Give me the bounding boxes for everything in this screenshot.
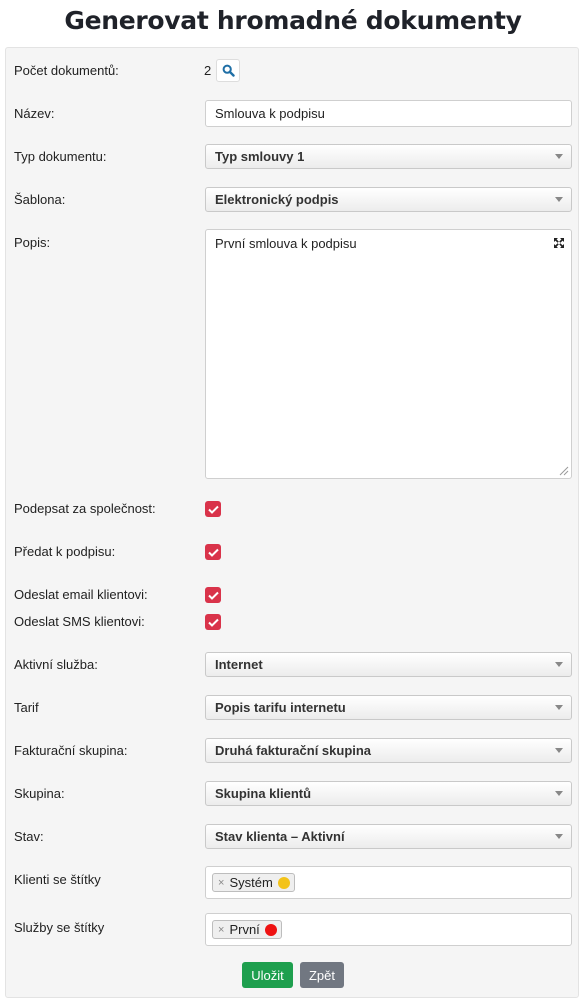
chevron-down-icon xyxy=(555,791,563,796)
search-icon xyxy=(222,64,235,77)
send-email-label: Odeslat email klientovi: xyxy=(14,587,148,602)
check-icon xyxy=(207,618,219,627)
check-icon xyxy=(207,505,219,514)
template-label: Šablona: xyxy=(14,192,66,207)
service-tag-label: První xyxy=(229,922,260,937)
service-label: Aktivní služba: xyxy=(14,657,98,672)
doctype-select-value: Typ smlouvy 1 xyxy=(215,149,305,164)
chevron-down-icon xyxy=(555,748,563,753)
chevron-down-icon xyxy=(555,662,563,667)
doctype-label: Typ dokumentu: xyxy=(14,149,107,164)
check-icon xyxy=(207,548,219,557)
doctype-select[interactable]: Typ smlouvy 1 xyxy=(205,144,572,169)
send-email-checkbox[interactable] xyxy=(205,587,221,603)
chevron-down-icon xyxy=(555,834,563,839)
save-button[interactable]: Uložit xyxy=(242,962,293,988)
count-search-button[interactable] xyxy=(216,59,240,82)
tag-color-dot xyxy=(277,876,290,889)
name-input[interactable]: Smlouva k podpisu xyxy=(205,100,572,127)
chevron-down-icon xyxy=(555,154,563,159)
billing-select[interactable]: Druhá fakturační skupina xyxy=(205,738,572,763)
tariff-select-value: Popis tarifu internetu xyxy=(215,700,346,715)
group-label: Skupina: xyxy=(14,786,65,801)
send-sms-label: Odeslat SMS klientovi: xyxy=(14,614,145,629)
service-tag: × První xyxy=(212,920,282,939)
desc-textarea[interactable]: První smlouva k podpisu xyxy=(205,229,572,479)
state-label: Stav: xyxy=(14,829,44,844)
tariff-select[interactable]: Popis tarifu internetu xyxy=(205,695,572,720)
page-title: Generovat hromadné dokumenty xyxy=(64,6,522,35)
group-select[interactable]: Skupina klientů xyxy=(205,781,572,806)
send-sms-checkbox[interactable] xyxy=(205,614,221,630)
template-select-value: Elektronický podpis xyxy=(215,192,339,207)
chevron-down-icon xyxy=(555,705,563,710)
name-label: Název: xyxy=(14,106,55,121)
service-select-value: Internet xyxy=(215,657,263,672)
state-select-value: Stav klienta – Aktivní xyxy=(215,829,345,844)
sign-company-checkbox[interactable] xyxy=(205,501,221,517)
tag-remove-icon[interactable]: × xyxy=(218,924,224,936)
billing-label: Fakturační skupina: xyxy=(14,743,128,758)
billing-select-value: Druhá fakturační skupina xyxy=(215,743,372,758)
client-tag: × Systém xyxy=(212,873,295,892)
state-select[interactable]: Stav klienta – Aktivní xyxy=(205,824,572,849)
service-tags-label: Služby se štítky xyxy=(14,920,105,935)
group-select-value: Skupina klientů xyxy=(215,786,312,801)
hand-over-label: Předat k podpisu: xyxy=(14,544,116,559)
desc-label: Popis: xyxy=(14,235,51,250)
count-label: Počet dokumentů: xyxy=(14,63,119,78)
client-tags-label: Klienti se štítky xyxy=(14,872,101,887)
service-select[interactable]: Internet xyxy=(205,652,572,677)
client-tag-label: Systém xyxy=(229,875,273,890)
tag-color-dot xyxy=(264,923,277,936)
template-select[interactable]: Elektronický podpis xyxy=(205,187,572,212)
chevron-down-icon xyxy=(555,197,563,202)
check-icon xyxy=(207,591,219,600)
service-tags-input[interactable]: × První xyxy=(205,913,572,946)
back-button[interactable]: Zpět xyxy=(300,962,344,988)
hand-over-checkbox[interactable] xyxy=(205,544,221,560)
expand-icon[interactable] xyxy=(553,237,565,249)
resize-grip-icon[interactable] xyxy=(558,465,569,476)
client-tags-input[interactable]: × Systém xyxy=(205,866,572,899)
tariff-label: Tarif xyxy=(14,700,39,715)
count-value: 2 xyxy=(204,63,212,78)
desc-text: První smlouva k podpisu xyxy=(215,236,357,251)
tag-remove-icon[interactable]: × xyxy=(218,877,224,889)
sign-company-label: Podepsat za společnost: xyxy=(14,501,156,516)
